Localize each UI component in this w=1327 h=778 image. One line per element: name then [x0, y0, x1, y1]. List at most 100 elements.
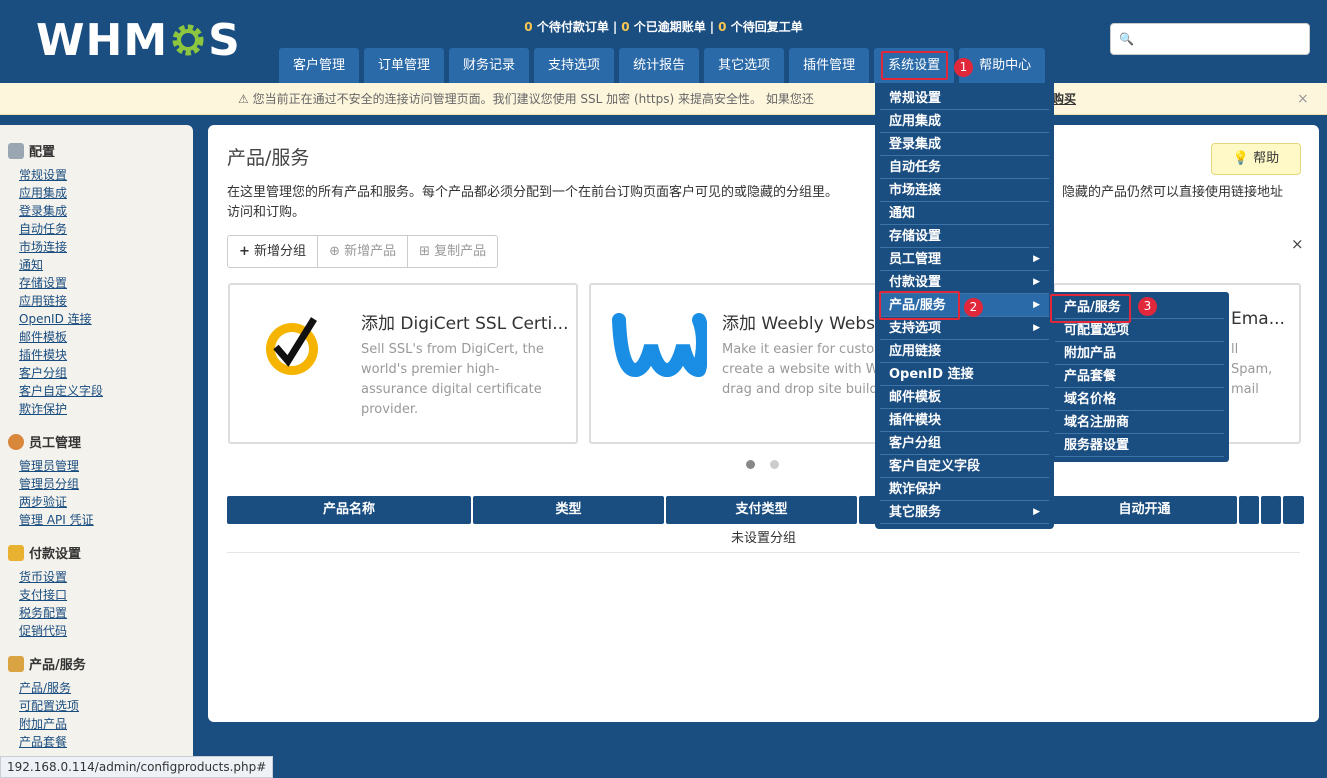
sidebar-link[interactable]: 产品/服务 — [19, 679, 193, 697]
sidebar-link[interactable]: 管理员分组 — [19, 475, 193, 493]
nav-orders[interactable]: 订单管理 — [364, 48, 445, 83]
close-icon[interactable]: × — [1297, 83, 1309, 115]
sidebar-link[interactable]: 两步验证 — [19, 493, 193, 511]
sidebar-link[interactable]: 客户自定义字段 — [19, 382, 193, 400]
help-button[interactable]: 💡 帮助 — [1211, 143, 1301, 175]
sidebar-link[interactable]: 客户分组 — [19, 364, 193, 382]
menu-item-storage[interactable]: 存储设置 — [880, 225, 1049, 248]
search-input[interactable]: 🔍 — [1110, 23, 1310, 55]
carousel-dot[interactable] — [746, 460, 755, 469]
submenu-item-bundles[interactable]: 产品套餐 — [1055, 365, 1224, 388]
sidebar-link[interactable]: 市场连接 — [19, 238, 193, 256]
sidebar-title: 配置 — [8, 141, 193, 160]
sidebar-link[interactable]: 支付接口 — [19, 586, 193, 604]
menu-item-client-groups[interactable]: 客户分组 — [880, 432, 1049, 455]
submenu-item-domain-pricing[interactable]: 域名价格 — [1055, 388, 1224, 411]
sidebar-link[interactable]: 存储设置 — [19, 274, 193, 292]
menu-item-app-links[interactable]: 应用链接 — [880, 340, 1049, 363]
col-action — [1283, 496, 1304, 524]
config-icon — [8, 142, 24, 159]
step-badge: 2 — [964, 298, 983, 317]
sidebar-link[interactable]: 应用集成 — [19, 184, 193, 202]
menu-item-support[interactable]: 支持选项 ▶ — [880, 317, 1049, 340]
promo-card-weebly[interactable]: 添加 Weebly Websit Make it easier for cust… — [589, 283, 889, 444]
sidebar: 配置 常规设置 应用集成 登录集成 自动任务 市场连接 通知 存储设置 应用链接… — [0, 125, 193, 778]
weebly-w-icon — [612, 313, 707, 378]
duplicate-product-button[interactable]: ⊞ 复制产品 — [408, 236, 497, 267]
sidebar-link[interactable]: 税务配置 — [19, 604, 193, 622]
step-badge: 3 — [1138, 297, 1157, 316]
stat-overdue-invoices[interactable]: 0 个已逾期账单 — [621, 20, 706, 34]
warning-text: ⚠ 您当前正在通过不安全的连接访问管理页面。我们建议您使用 SSL 加密 (ht… — [238, 92, 814, 106]
sidebar-link[interactable]: 插件模块 — [19, 346, 193, 364]
sidebar-section-products: 产品/服务 产品/服务 可配置选项 附加产品 产品套餐 — [8, 654, 193, 751]
menu-item-marketconnect[interactable]: 市场连接 — [880, 179, 1049, 202]
promo-desc: Sell SSL's from DigiCert, the world's pr… — [361, 342, 544, 417]
sidebar-link[interactable]: OpenID 连接 — [19, 310, 193, 328]
stat-pending-tickets[interactable]: 0 个待回复工单 — [718, 20, 803, 34]
promo-title: 添加 DigiCert SSL Certi... — [361, 314, 569, 334]
col-pay-type: 支付类型 — [666, 496, 857, 524]
sidebar-section-config: 配置 常规设置 应用集成 登录集成 自动任务 市场连接 通知 存储设置 应用链接… — [8, 141, 193, 418]
sidebar-link[interactable]: 欺诈保护 — [19, 400, 193, 418]
menu-item-custom-fields[interactable]: 客户自定义字段 — [880, 455, 1049, 478]
menu-item-general[interactable]: 常规设置 — [880, 87, 1049, 110]
sidebar-link[interactable]: 可配置选项 — [19, 697, 193, 715]
new-product-button[interactable]: ⊕ 新增产品 — [318, 236, 409, 267]
nav-support[interactable]: 支持选项 — [534, 48, 615, 83]
promo-desc: ll Spam, mail — [1231, 342, 1273, 397]
sidebar-link[interactable]: 产品套餐 — [19, 733, 193, 751]
sidebar-title: 员工管理 — [8, 432, 193, 451]
dismiss-promo-icon[interactable]: × — [1291, 235, 1304, 253]
sidebar-link[interactable]: 货币设置 — [19, 568, 193, 586]
nav-clients[interactable]: 客户管理 — [279, 48, 360, 83]
norton-check-icon — [266, 317, 318, 375]
menu-item-addon-modules[interactable]: 插件模块 — [880, 409, 1049, 432]
menu-item-automation[interactable]: 自动任务 — [880, 156, 1049, 179]
highlight-box-submenu — [1050, 294, 1131, 323]
highlight-box-products — [879, 291, 960, 320]
action-buttons: + 新增分组 ⊕ 新增产品 ⊞ 复制产品 — [227, 235, 499, 268]
promo-desc: Make it easier for custom create a websi… — [722, 342, 887, 397]
sidebar-link[interactable]: 常规设置 — [19, 166, 193, 184]
menu-item-openid[interactable]: OpenID 连接 — [880, 363, 1049, 386]
header: WHM S 0 个待付款订单 | 0 个已逾期账单 | 0 个待回复工单 🔍 客户管理 … — [0, 0, 1327, 83]
col-type: 类型 — [473, 496, 664, 524]
promo-card-digicert[interactable]: 添加 DigiCert SSL Certi... Sell SSL's from… — [228, 283, 578, 444]
nav-billing[interactable]: 财务记录 — [449, 48, 530, 83]
chevron-right-icon: ▶ — [1033, 254, 1040, 264]
sidebar-link[interactable]: 自动任务 — [19, 220, 193, 238]
nav-reports[interactable]: 统计报告 — [619, 48, 700, 83]
empty-table-row: 未设置分组 — [227, 525, 1300, 553]
chevron-right-icon: ▶ — [1033, 300, 1040, 310]
nav-utilities[interactable]: 其它选项 — [704, 48, 785, 83]
sidebar-link[interactable]: 附加产品 — [19, 715, 193, 733]
menu-item-staff[interactable]: 员工管理 ▶ — [880, 248, 1049, 271]
new-group-button[interactable]: + 新增分组 — [228, 236, 319, 267]
promo-title: 添加 Weebly Websit — [722, 314, 887, 334]
sidebar-title: 产品/服务 — [8, 654, 193, 673]
nav-addons[interactable]: 插件管理 — [789, 48, 870, 83]
submenu-item-servers[interactable]: 服务器设置 — [1055, 434, 1224, 457]
submenu-item-addons[interactable]: 附加产品 — [1055, 342, 1224, 365]
sidebar-link[interactable]: 登录集成 — [19, 202, 193, 220]
carousel-dot[interactable] — [770, 460, 779, 469]
sidebar-link[interactable]: 应用链接 — [19, 292, 193, 310]
menu-item-sign-in[interactable]: 登录集成 — [880, 133, 1049, 156]
menu-item-app-integration[interactable]: 应用集成 — [880, 110, 1049, 133]
lightbulb-icon: 💡 — [1232, 151, 1250, 166]
submenu-item-registrars[interactable]: 域名注册商 — [1055, 411, 1224, 434]
menu-item-other[interactable]: 其它服务 ▶ — [880, 501, 1049, 524]
menu-item-email-templates[interactable]: 邮件模板 — [880, 386, 1049, 409]
sidebar-link[interactable]: 管理 API 凭证 — [19, 511, 193, 529]
menu-item-notifications[interactable]: 通知 — [880, 202, 1049, 225]
sidebar-link[interactable]: 邮件模板 — [19, 328, 193, 346]
plus-icon: + — [239, 244, 250, 259]
sidebar-link[interactable]: 促销代码 — [19, 622, 193, 640]
menu-item-fraud[interactable]: 欺诈保护 — [880, 478, 1049, 501]
buy-ssl-link[interactable]: 购买 — [1052, 83, 1076, 115]
highlight-box-setup — [881, 51, 948, 80]
stat-pending-orders[interactable]: 0 个待付款订单 — [524, 20, 609, 34]
sidebar-link[interactable]: 通知 — [19, 256, 193, 274]
sidebar-link[interactable]: 管理员管理 — [19, 457, 193, 475]
